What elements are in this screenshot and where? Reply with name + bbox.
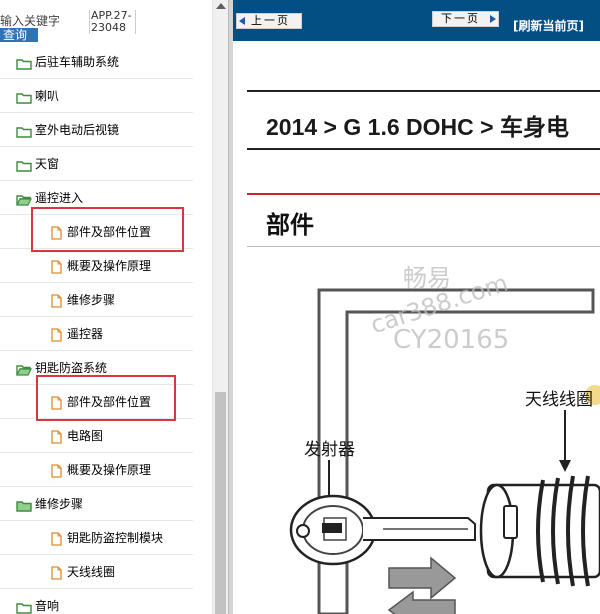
divider-line	[247, 90, 600, 92]
document-icon	[51, 429, 62, 448]
tree-item-label: 概要及操作原理	[67, 463, 152, 477]
tree-doc-item[interactable]: 钥匙防盗控制模块	[0, 521, 193, 555]
key-icon	[289, 494, 476, 566]
tree-doc-item[interactable]: 维修步骤	[0, 283, 193, 317]
tree-item-label: 后驻车辅助系统	[35, 55, 120, 69]
tree-item-label: 维修步骤	[35, 497, 84, 511]
prev-page-button[interactable]: 上一页	[236, 13, 302, 29]
tree-folder-item[interactable]: 天窗	[0, 147, 193, 181]
tree-item-label: 钥匙防盗控制模块	[67, 531, 164, 545]
folder-open-icon	[16, 191, 32, 210]
antenna-leader-arrow	[559, 460, 571, 472]
tree-folder-item[interactable]: 喇叭	[0, 79, 193, 113]
antenna-coil-label: 天线线圈	[525, 390, 593, 410]
scrollbar-thumb[interactable]	[215, 392, 226, 614]
double-arrow-icon	[387, 556, 457, 614]
highlight-box	[36, 375, 176, 421]
tree-doc-item[interactable]: 概要及操作原理	[0, 453, 193, 487]
search-input[interactable]: 输入关键字	[0, 12, 60, 29]
tree-folder-item[interactable]: 室外电动后视镜	[0, 113, 193, 147]
document-icon	[51, 259, 62, 278]
folder-icon	[16, 89, 32, 108]
tree-item-label: 电路图	[67, 429, 104, 443]
tree-folder-item[interactable]: 音响	[0, 589, 193, 614]
arrow-left-icon	[239, 17, 245, 25]
document-icon	[51, 565, 62, 584]
folder-icon	[16, 599, 32, 614]
watermark-text: CY20165	[393, 325, 510, 355]
tree-item-label: 天窗	[35, 157, 60, 171]
tree-item-label: 喇叭	[35, 89, 60, 103]
tree-folder-item[interactable]: 后驻车辅助系统	[0, 45, 193, 79]
document-icon	[51, 531, 62, 550]
navigation-panel: 输入关键字 APP.27-23048 查询 后驻车辅助系统 喇叭室外电动后视镜 天窗…	[0, 0, 228, 614]
app-id-label: APP.27-23048	[89, 10, 136, 34]
folder-open-icon	[16, 361, 32, 380]
tree-item-label: 室外电动后视镜	[35, 123, 120, 137]
section-rule	[247, 193, 600, 195]
tree-item-label: 音响	[35, 599, 60, 613]
arrow-right-icon	[490, 15, 496, 23]
tree-item-label: 遥控器	[67, 327, 104, 341]
prev-page-label: 上一页	[251, 14, 290, 27]
refresh-page-link[interactable]: [刷新当前页]	[513, 17, 584, 34]
document-icon	[51, 463, 62, 482]
next-page-button[interactable]: 下一页	[432, 11, 499, 27]
tree-item-label: 概要及操作原理	[67, 259, 152, 273]
folder-icon	[16, 55, 32, 74]
scroll-up-arrow-icon[interactable]	[216, 3, 226, 9]
document-icon	[51, 293, 62, 312]
tree-item-label: 维修步骤	[67, 293, 116, 307]
transmitter-label: 发射器	[304, 440, 355, 460]
tree-folder-item[interactable]: 维修步骤	[0, 487, 193, 521]
query-button[interactable]: 查询	[0, 28, 38, 42]
next-page-label: 下一页	[441, 12, 480, 25]
divider-line	[247, 246, 600, 247]
folder-icon	[16, 157, 32, 176]
folder-icon	[16, 123, 32, 142]
tree-doc-item[interactable]: 电路图	[0, 419, 193, 453]
highlight-box	[31, 207, 184, 252]
scrollbar[interactable]	[212, 0, 228, 614]
tree-doc-item[interactable]: 天线线圈	[0, 555, 193, 589]
tree-item-label: 天线线圈	[67, 565, 116, 579]
tree-item-label: 遥控进入	[35, 191, 84, 205]
antenna-coil-icon	[479, 475, 600, 587]
toolbar: 上一页 下一页 [刷新当前页]	[233, 0, 600, 41]
section-title: 部件	[266, 211, 314, 239]
content-panel: 上一页 下一页 [刷新当前页] 2014 > G 1.6 DOHC > 车身电 …	[233, 0, 600, 614]
tree-doc-item[interactable]: 遥控器	[0, 317, 193, 351]
breadcrumb: 2014 > G 1.6 DOHC > 车身电	[266, 114, 569, 140]
folder-icon	[16, 497, 32, 516]
document-icon	[51, 327, 62, 346]
tree-doc-item[interactable]: 概要及操作原理	[0, 249, 193, 283]
divider-line	[247, 148, 600, 150]
tree-item-label: 钥匙防盗系统	[35, 361, 108, 375]
